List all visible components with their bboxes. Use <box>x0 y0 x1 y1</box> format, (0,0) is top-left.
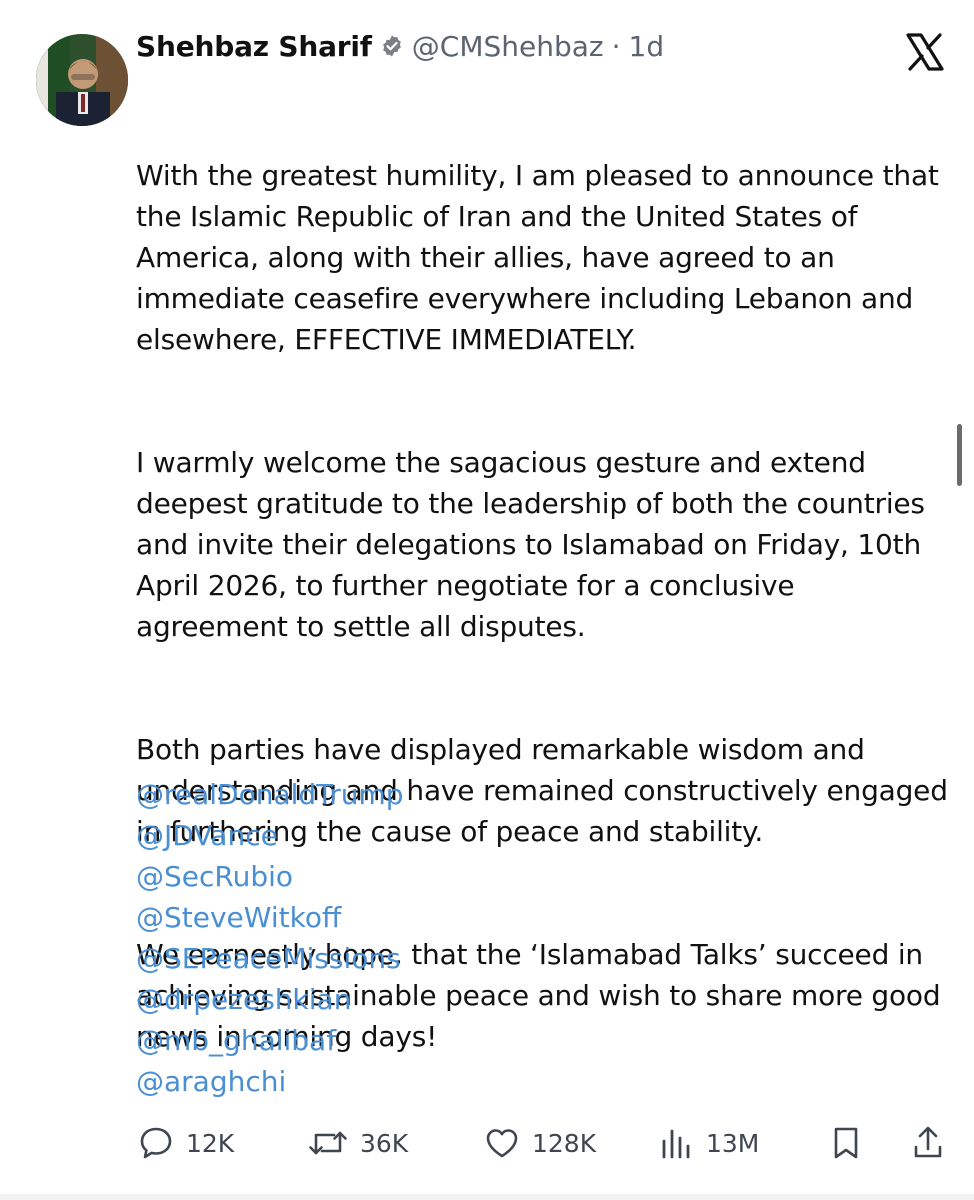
views-count: 13M <box>706 1128 760 1158</box>
scrollbar-thumb[interactable] <box>957 424 962 486</box>
header-separator: · <box>611 29 621 63</box>
share-button[interactable] <box>908 1123 948 1163</box>
views-bar-chart-icon <box>656 1123 696 1163</box>
avatar[interactable] <box>36 34 128 126</box>
author-handle[interactable]: @CMShehbaz <box>412 30 604 63</box>
views-button[interactable]: 13M <box>656 1123 759 1163</box>
mention-list: @realDonaldTrump @JDVance @SecRubio @Ste… <box>136 774 636 1102</box>
bottom-divider <box>0 1194 974 1200</box>
repost-button[interactable]: 36K <box>306 1123 408 1163</box>
tweet-header: Shehbaz Sharif @CMShehbaz · 1d <box>136 26 664 66</box>
verified-badge-icon <box>380 34 404 58</box>
bookmark-button[interactable] <box>826 1123 866 1163</box>
repost-icon <box>306 1123 350 1163</box>
reply-bubble-icon <box>136 1123 176 1163</box>
heart-icon <box>482 1123 522 1163</box>
mention-link[interactable]: @SecRubio <box>136 856 636 897</box>
tweet-actions: 12K 36K 128K 13M <box>136 1120 948 1166</box>
reply-count: 12K <box>186 1128 235 1158</box>
like-button[interactable]: 128K <box>482 1123 596 1163</box>
mention-link[interactable]: @JDVance <box>136 815 636 856</box>
avatar-image <box>36 34 128 126</box>
bookmark-icon <box>826 1123 866 1163</box>
mention-link[interactable]: @drpezeshkian <box>136 979 636 1020</box>
mention-link[interactable]: @araghchi <box>136 1061 636 1102</box>
mention-link[interactable]: @realDonaldTrump <box>136 774 636 815</box>
x-logo-icon[interactable] <box>904 31 946 73</box>
mention-link[interactable]: @SteveWitkoff <box>136 897 636 938</box>
tweet-paragraph: I warmly welcome the sagacious gesture a… <box>136 446 934 643</box>
repost-count: 36K <box>360 1128 409 1158</box>
mention-link[interactable]: @mb_ghalibaf <box>136 1020 636 1061</box>
tweet-card: Shehbaz Sharif @CMShehbaz · 1d With the … <box>0 0 974 1200</box>
share-upload-icon <box>908 1123 948 1163</box>
author-display-name[interactable]: Shehbaz Sharif <box>136 30 372 63</box>
reply-button[interactable]: 12K <box>136 1123 234 1163</box>
tweet-timestamp[interactable]: 1d <box>629 30 665 63</box>
like-count: 128K <box>532 1128 597 1158</box>
mention-link[interactable]: @SEPeaceMissions <box>136 938 636 979</box>
tweet-paragraph: With the greatest humility, I am pleased… <box>136 159 948 356</box>
